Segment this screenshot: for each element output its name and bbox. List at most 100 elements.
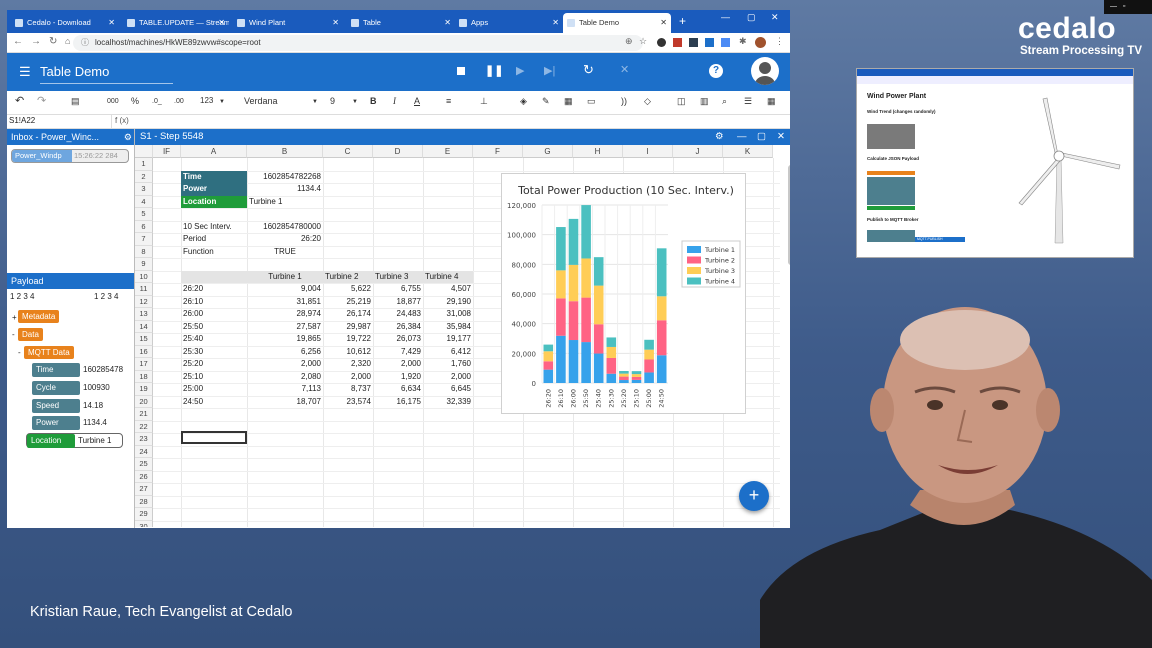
cell-b13[interactable]: 28,974 (247, 308, 323, 321)
cell-c16[interactable]: 10,612 (323, 346, 373, 359)
cell-b12[interactable]: 31,851 (247, 296, 323, 309)
row-header[interactable]: 28 (135, 495, 153, 508)
row-header[interactable]: 12 (135, 295, 153, 308)
cell-c19[interactable]: 8,737 (323, 383, 373, 396)
browser-tab[interactable]: Table ✕ (347, 13, 455, 33)
zoom-icon[interactable]: ⊕ (625, 36, 633, 47)
column-header[interactable]: I (623, 145, 673, 158)
cell-c12[interactable]: 25,219 (323, 296, 373, 309)
column-header[interactable]: E (423, 145, 473, 158)
format-painter-icon[interactable]: ▤ (71, 96, 80, 107)
cell-e20[interactable]: 32,339 (423, 396, 473, 409)
row-header[interactable]: 26 (135, 470, 153, 483)
cell-e12[interactable]: 29,190 (423, 296, 473, 309)
puzzle-icon[interactable]: ✱ (739, 36, 747, 47)
row-header[interactable]: 14 (135, 320, 153, 333)
metadata-node[interactable]: Metadata (18, 310, 60, 323)
cancel-icon[interactable]: ✕ (620, 63, 629, 76)
star-icon[interactable]: ☆ (639, 36, 647, 47)
row-header[interactable]: 3 (135, 183, 153, 196)
row-header[interactable]: 6 (135, 220, 153, 233)
border-color-icon[interactable]: ✎ (542, 96, 550, 107)
row-header[interactable]: 20 (135, 395, 153, 408)
cell-d20[interactable]: 16,175 (373, 396, 423, 409)
cell-c17[interactable]: 2,320 (323, 358, 373, 371)
cell-e14[interactable]: 35,984 (423, 321, 473, 334)
cell-d11[interactable]: 6,755 (373, 283, 423, 296)
row-header[interactable]: 2 (135, 170, 153, 183)
cell-d18[interactable]: 1,920 (373, 371, 423, 384)
play-icon[interactable]: ▶ (516, 64, 524, 77)
corner-cell[interactable] (135, 145, 153, 158)
cell-a3[interactable]: Power (181, 183, 247, 196)
cell-a14[interactable]: 25:50 (181, 321, 247, 334)
step-icon[interactable]: ▶| (544, 64, 555, 77)
cell-c11[interactable]: 5,622 (323, 283, 373, 296)
close-icon[interactable]: ✕ (444, 13, 451, 33)
cell-a7[interactable]: Period (181, 233, 247, 246)
cell-c18[interactable]: 2,000 (323, 371, 373, 384)
cell-d15[interactable]: 26,073 (373, 333, 423, 346)
column-header[interactable]: B (247, 145, 323, 158)
close-icon[interactable]: ✕ (332, 13, 339, 33)
cell-a13[interactable]: 26:00 (181, 308, 247, 321)
browser-tab-active[interactable]: Table Demo ✕ (563, 13, 671, 33)
cell-reference[interactable]: S1!A22 (9, 116, 35, 125)
align-icon[interactable]: ≡ (446, 96, 451, 106)
valign-icon[interactable]: ⊥ (480, 96, 488, 107)
row-header[interactable]: 13 (135, 308, 153, 321)
maximize-icon[interactable]: ▢ (757, 129, 766, 145)
cell-a4[interactable]: Location (181, 195, 247, 208)
row-header[interactable]: 25 (135, 458, 153, 471)
column-header[interactable]: D (373, 145, 423, 158)
back-icon[interactable]: ← (13, 36, 23, 47)
redo-icon[interactable]: ↷ (37, 94, 46, 107)
cell-e19[interactable]: 6,645 (423, 383, 473, 396)
cell-b16[interactable]: 6,256 (247, 346, 323, 359)
minimize-icon[interactable]: — (737, 129, 747, 145)
row-header[interactable]: 23 (135, 433, 153, 446)
column-header[interactable]: IF (153, 145, 181, 158)
browser-tab[interactable]: Cedalo - Download ✕ (11, 13, 119, 33)
browser-tab[interactable]: Apps ✕ (455, 13, 563, 33)
cell-d14[interactable]: 26,384 (373, 321, 423, 334)
column-header[interactable]: A (181, 145, 247, 158)
cell-d17[interactable]: 2,000 (373, 358, 423, 371)
collapse-icon[interactable]: - (12, 330, 15, 339)
row-header[interactable]: 7 (135, 233, 153, 246)
pause-icon[interactable]: ❚❚ (485, 64, 503, 77)
row-header[interactable]: 5 (135, 208, 153, 221)
extension-icon[interactable] (689, 38, 698, 47)
spreadsheet-grid[interactable]: IF A B C D E F G H I J K 1 2 3 4 5 6 7 8 9 10 11 12 13 14 15 16 17 1… (135, 145, 780, 527)
new-tab-button[interactable]: + (679, 14, 686, 28)
font-color-button[interactable]: A (414, 96, 420, 106)
browser-tab[interactable]: TABLE.UPDATE — Stream… ✕ (123, 13, 229, 33)
gear-icon[interactable]: ⚙ (715, 129, 724, 145)
row-header[interactable]: 11 (135, 283, 153, 296)
minimize-icon[interactable]: — (721, 12, 730, 22)
cell-b8[interactable]: TRUE (247, 246, 323, 259)
row-header[interactable]: 10 (135, 270, 153, 283)
cell-d12[interactable]: 18,877 (373, 296, 423, 309)
number-format-button[interactable]: 000 (107, 98, 119, 105)
shapes-icon[interactable]: ◫ (677, 96, 686, 107)
cell-b17[interactable]: 2,000 (247, 358, 323, 371)
row-header[interactable]: 4 (135, 195, 153, 208)
cell-c15[interactable]: 19,722 (323, 333, 373, 346)
column-header[interactable]: K (723, 145, 773, 158)
row-header[interactable]: 15 (135, 333, 153, 346)
cell-e17[interactable]: 1,760 (423, 358, 473, 371)
close-icon[interactable]: ✕ (552, 13, 559, 33)
chart-panel[interactable]: Total Power Production (10 Sec. Interv.)… (501, 173, 746, 414)
close-icon[interactable]: ✕ (218, 13, 225, 33)
menu-dots-icon[interactable]: ⋮ (775, 36, 784, 47)
collapse-icon[interactable]: - (18, 348, 21, 357)
cell-a2[interactable]: Time (181, 170, 247, 183)
cell-d13[interactable]: 24,483 (373, 308, 423, 321)
cell-a18[interactable]: 25:10 (181, 371, 247, 384)
extension-icon[interactable] (673, 38, 682, 47)
cell-b11[interactable]: 9,004 (247, 283, 323, 296)
row-header[interactable]: 17 (135, 358, 153, 371)
close-icon[interactable]: ✕ (108, 13, 115, 33)
decrease-decimals-button[interactable]: .0_ (152, 98, 162, 105)
